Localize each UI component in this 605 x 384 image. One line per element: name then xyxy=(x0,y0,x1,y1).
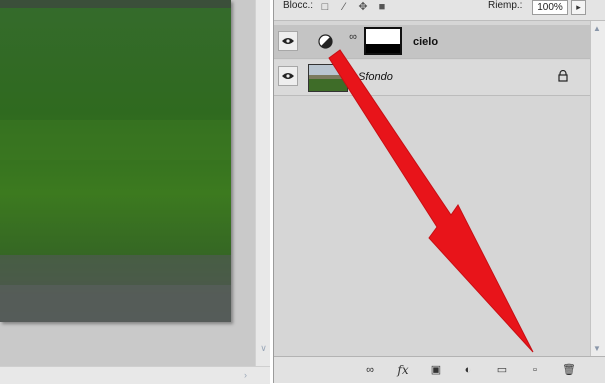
layer-row-sfondo[interactable]: Sfondo xyxy=(274,60,590,96)
document-canvas-area: ∨ › xyxy=(0,0,271,384)
layer-row-cielo[interactable]: ∞ cielo xyxy=(274,25,590,59)
eye-icon xyxy=(282,38,294,44)
visibility-toggle[interactable] xyxy=(278,66,298,86)
new-layer-icon[interactable]: ▫ xyxy=(527,362,543,378)
adjustment-layer-thumbnail-icon[interactable] xyxy=(318,34,333,49)
mask-link-icon[interactable]: ∞ xyxy=(349,32,357,50)
lock-icon xyxy=(558,70,568,82)
canvas-horizontal-scrollbar[interactable]: › xyxy=(0,366,270,384)
layers-lock-toolbar: Blocc.: □ ⁄ ✥ ■ Riemp.: 100% ▸ xyxy=(274,0,605,21)
scroll-right-icon[interactable]: › xyxy=(244,371,252,380)
layer-name[interactable]: cielo xyxy=(413,36,438,48)
background-layer-thumbnail[interactable] xyxy=(308,64,348,92)
canvas-vertical-scrollbar[interactable]: ∨ xyxy=(255,0,271,366)
lock-label: Blocc.: xyxy=(283,0,314,11)
lock-transparency-icon[interactable]: □ xyxy=(319,1,331,13)
new-group-icon[interactable]: ▭ xyxy=(494,362,510,378)
link-layers-icon[interactable]: ∞ xyxy=(362,362,378,378)
lock-move-icon[interactable]: ✥ xyxy=(357,1,369,13)
lock-all-icon[interactable]: ■ xyxy=(376,1,388,13)
visibility-toggle[interactable] xyxy=(278,31,298,51)
layer-name[interactable]: Sfondo xyxy=(358,71,393,83)
layers-panel: Blocc.: □ ⁄ ✥ ■ Riemp.: 100% ▸ ∞ cielo S… xyxy=(273,0,605,383)
scroll-down-icon[interactable]: ▼ xyxy=(593,344,601,353)
adjustment-layer-icon[interactable]: ◐ xyxy=(460,362,476,378)
lock-brush-icon[interactable]: ⁄ xyxy=(338,1,350,13)
scroll-down-icon[interactable]: ∨ xyxy=(259,344,268,353)
layers-footer-toolbar: ∞ fx ▣ ◐ ▭ ▫ 🗑 xyxy=(274,356,605,383)
trash-icon[interactable]: 🗑 xyxy=(561,362,577,378)
fx-icon[interactable]: fx xyxy=(395,362,411,378)
eye-icon xyxy=(282,73,294,79)
layers-vertical-scrollbar[interactable]: ▲ ▼ xyxy=(590,21,605,356)
add-mask-icon[interactable]: ▣ xyxy=(428,362,444,378)
layer-mask-thumbnail[interactable] xyxy=(364,27,402,55)
fill-label: Riemp.: xyxy=(488,0,523,11)
canvas-image[interactable] xyxy=(0,0,231,322)
scroll-up-icon[interactable]: ▲ xyxy=(593,24,601,33)
fill-input[interactable]: 100% xyxy=(532,0,568,15)
fill-dropdown-icon[interactable]: ▸ xyxy=(571,0,586,15)
